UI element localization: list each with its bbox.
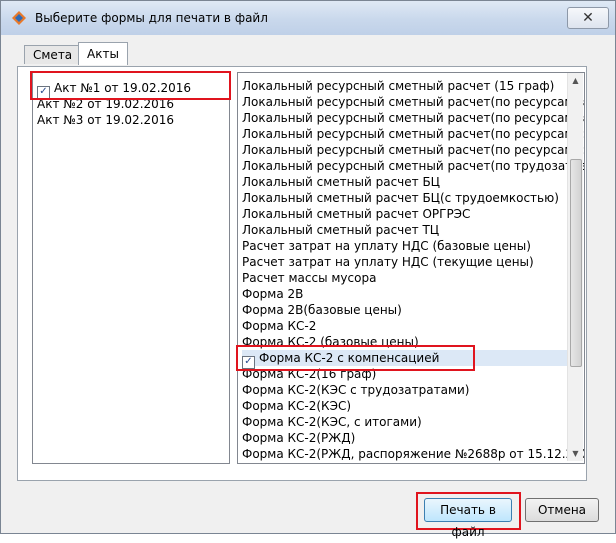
form-label: Форма КС-2(КЭС с трудозатратами) xyxy=(242,383,470,397)
form-list-item[interactable]: Локальный ресурсный сметный расчет(по ре… xyxy=(242,110,585,126)
tab-label: Акты xyxy=(87,47,119,61)
act-list-item[interactable]: Акт №3 от 19.02.2016 xyxy=(37,112,174,128)
highlight-act1 xyxy=(30,71,231,100)
form-label: Форма КС-2(КЭС, с итогами) xyxy=(242,415,422,429)
tab-label: Смета xyxy=(33,48,73,62)
tab-smeta[interactable]: Смета xyxy=(24,45,82,64)
act-label: Акт №3 от 19.02.2016 xyxy=(37,113,175,127)
form-list-item[interactable]: Расчет затрат на уплату НДС (базовые цен… xyxy=(242,238,531,254)
form-list-item[interactable]: Локальный ресурсный сметный расчет(по ре… xyxy=(242,142,585,158)
form-list-item[interactable]: Локальный сметный расчет ТЦ xyxy=(242,222,439,238)
form-label: Локальный сметный расчет БЦ xyxy=(242,175,440,189)
form-label: Локальный ресурсный сметный расчет(по ре… xyxy=(242,95,585,109)
form-list-item[interactable]: Форма КС-2(КЭС с трудозатратами) xyxy=(242,382,469,398)
form-label: Форма КС-2(РЖД, распоряжение №2688р от 1… xyxy=(242,447,585,461)
form-label: Форма КС-2(КЭС) xyxy=(242,399,352,413)
form-label: Расчет затрат на уплату НДС (базовые цен… xyxy=(242,239,531,253)
form-label: Локальный сметный расчет ТЦ xyxy=(242,223,440,237)
tab-acts[interactable]: Акты xyxy=(78,42,128,65)
form-label: Форма КС-2 xyxy=(242,319,317,333)
scroll-up-icon[interactable]: ▲ xyxy=(568,73,583,88)
cancel-button[interactable]: Отмена xyxy=(525,498,599,522)
acts-list[interactable]: ✓ Акт №1 от 19.02.2016 Акт №2 от 19.02.201… xyxy=(32,72,230,464)
form-list-item[interactable]: Форма КС-2(КЭС) xyxy=(242,398,351,414)
title-bar: Выберите формы для печати в файл ✕ xyxy=(1,1,615,35)
form-list-item[interactable]: Форма КС-2(КЭС, с итогами) xyxy=(242,414,422,430)
window-title: Выберите формы для печати в файл xyxy=(35,11,268,25)
form-list-item[interactable]: Локальный ресурсный сметный расчет(по ре… xyxy=(242,126,585,142)
form-list-item[interactable]: Локальный сметный расчет БЦ xyxy=(242,174,440,190)
form-label: Форма 2В xyxy=(242,287,304,301)
form-list-item[interactable]: Расчет массы мусора xyxy=(242,270,376,286)
app-logo-icon xyxy=(12,11,26,25)
form-label: Расчет массы мусора xyxy=(242,271,377,285)
close-button[interactable]: ✕ xyxy=(567,7,609,29)
form-label: Локальный ресурсный сметный расчет (15 г… xyxy=(242,79,555,93)
form-label: Форма 2В(базовые цены) xyxy=(242,303,402,317)
close-icon: ✕ xyxy=(582,10,594,26)
form-label: Форма КС-2(РЖД) xyxy=(242,431,356,445)
form-list-item[interactable]: Форма 2В xyxy=(242,286,303,302)
form-list-item[interactable]: Расчет затрат на уплату НДС (текущие цен… xyxy=(242,254,534,270)
form-list-item[interactable]: Форма КС-2 xyxy=(242,318,316,334)
forms-scrollbar[interactable]: ▲ ▼ xyxy=(567,73,583,461)
form-label: Локальный сметный расчет БЦ(с трудоемкос… xyxy=(242,191,559,205)
form-list-item[interactable]: Форма КС-2(РЖД) xyxy=(242,430,355,446)
form-label: Локальный ресурсный сметный расчет(по ре… xyxy=(242,111,585,125)
form-label: Расчет затрат на уплату НДС (текущие цен… xyxy=(242,255,534,269)
scroll-down-icon[interactable]: ▼ xyxy=(568,446,583,461)
form-label: Локальный ресурсный сметный расчет(по тр… xyxy=(242,159,585,173)
print-to-file-button[interactable]: Печать в файл xyxy=(424,498,512,539)
form-list-item[interactable]: Локальный сметный расчет ОРГРЭС xyxy=(242,206,470,222)
forms-list[interactable]: Локальный ресурсный сметный расчет (15 г… xyxy=(237,72,585,464)
form-list-item[interactable]: Локальный ресурсный сметный расчет(по ре… xyxy=(242,94,585,110)
form-list-item[interactable]: Локальный ресурсный сметный расчет (15 г… xyxy=(242,78,554,94)
form-label: Локальный ресурсный сметный расчет(по ре… xyxy=(242,143,585,157)
form-list-item[interactable]: Форма 2В(базовые цены) xyxy=(242,302,402,318)
form-list-item[interactable]: Форма КС-2(РЖД, распоряжение №2688р от 1… xyxy=(242,446,585,462)
highlight-ks2-compensation xyxy=(236,345,475,371)
scroll-thumb[interactable] xyxy=(570,159,582,367)
form-label: Локальный ресурсный сметный расчет(по ре… xyxy=(242,127,585,141)
form-list-item[interactable]: Локальный сметный расчет БЦ(с трудоемкос… xyxy=(242,190,559,206)
form-list-item[interactable]: Локальный ресурсный сметный расчет(по тр… xyxy=(242,158,585,174)
form-label: Локальный сметный расчет ОРГРЭС xyxy=(242,207,471,221)
